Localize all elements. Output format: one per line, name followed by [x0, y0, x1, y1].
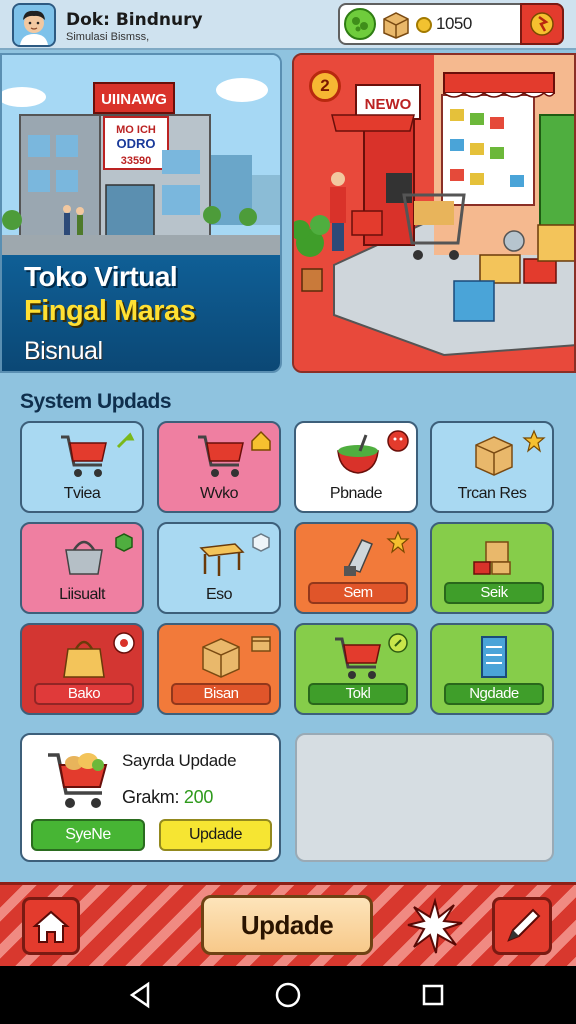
tile-label: Eso [205, 586, 233, 603]
update-tile[interactable]: Tviea [20, 421, 144, 513]
coin-icon [416, 17, 432, 33]
cube-outline-icon [249, 530, 273, 554]
record-icon [112, 631, 136, 655]
update-tile[interactable]: Wvko [157, 421, 281, 513]
home-icon [32, 910, 70, 943]
table-icon [195, 532, 247, 580]
resource-bar: 1050 [338, 3, 564, 45]
store-building-illustration: UIINAWG MO ICH ODRO 33590 [2, 55, 280, 255]
hero-subtitle: Fingal Maras [24, 295, 196, 327]
tile-label: Liisualt [59, 586, 105, 603]
star-icon [522, 429, 546, 453]
cart-icon [58, 431, 110, 479]
boxes-icon [468, 532, 520, 580]
cart-icon [195, 431, 247, 479]
home-circle-icon[interactable] [271, 978, 305, 1012]
edit-button[interactable] [492, 897, 552, 955]
shop-sign: NEWO [365, 96, 412, 113]
system-navigation-bar [0, 966, 576, 1024]
tile-label: Wvko [200, 485, 239, 502]
cart-icon [332, 633, 384, 681]
update-tile[interactable]: Eso [157, 522, 281, 614]
update-card: Sayrda Updade Grakm: 200 SyeNe Updade [20, 733, 281, 862]
cart-icon [44, 745, 114, 815]
section-title: System Updads [20, 390, 172, 413]
update-tile[interactable]: Tokl [294, 623, 418, 715]
coin-value: 1050 [436, 14, 472, 33]
box-small-icon [249, 631, 273, 655]
server-icon [468, 633, 520, 681]
hero-banner[interactable]: UIINAWG MO ICH ODRO 33590 Toko Virtual F… [0, 53, 282, 373]
splat-button[interactable] [402, 893, 468, 959]
sync-button[interactable]: SyeNe [31, 819, 145, 851]
crate-icon[interactable] [380, 9, 412, 39]
box-icon [195, 633, 247, 681]
update-tile[interactable]: Seik [430, 522, 554, 614]
tile-label: Pbnade [329, 485, 383, 502]
empty-slot-panel [295, 733, 554, 862]
tile-label: Tviea [63, 485, 101, 502]
update-button[interactable]: Updade [159, 819, 272, 851]
store-sign: UIINAWG [101, 91, 167, 108]
home-badge-icon [249, 429, 273, 453]
app-subtitle: Simulasi Bismss, [66, 31, 150, 43]
star-icon [386, 530, 410, 554]
alert-icon [386, 429, 410, 453]
bag-icon [58, 633, 110, 681]
update-tile[interactable]: Bisan [157, 623, 281, 715]
search-icon [386, 631, 410, 655]
update-tile[interactable]: Pbnade [294, 421, 418, 513]
basket-icon [58, 532, 110, 580]
update-tile[interactable]: Ngdade [430, 623, 554, 715]
update-progress-value: 200 [183, 787, 214, 807]
svg-text:33590: 33590 [121, 155, 152, 167]
cube-icon [112, 530, 136, 554]
store-interior-illustration: NEWO [294, 55, 574, 371]
tile-action-button[interactable]: Bisan [171, 683, 271, 705]
scanner-icon [332, 532, 384, 580]
tile-action-button[interactable]: Seik [444, 582, 544, 604]
back-icon[interactable] [124, 978, 158, 1012]
box-icon [468, 431, 520, 479]
pencil-icon [507, 908, 541, 942]
update-tile[interactable]: Trcan Res [430, 421, 554, 513]
main-update-button[interactable]: Updade [201, 895, 373, 955]
app-title: Dok: Bindnury [66, 10, 203, 30]
update-tile[interactable]: Liisualt [20, 522, 144, 614]
update-tile[interactable]: Bako [20, 623, 144, 715]
wrench-icon [112, 429, 136, 453]
splat-icon [407, 897, 463, 954]
svg-text:MO ICH: MO ICH [116, 124, 156, 136]
avatar[interactable] [12, 3, 56, 47]
top-bar: Dok: Bindnury Simulasi Bismss, 1050 [0, 0, 576, 50]
tile-action-button[interactable]: Sem [308, 582, 408, 604]
update-progress-label: Grakm: [122, 787, 180, 807]
update-progress-line: Grakm: 200 [122, 787, 213, 808]
add-currency-button[interactable] [520, 3, 564, 45]
update-card-title: Sayrda Updade [122, 751, 237, 770]
bowl-icon [332, 431, 384, 479]
update-tile[interactable]: Sem [294, 522, 418, 614]
tile-action-button[interactable]: Ngdade [444, 683, 544, 705]
hero-title: Toko Virtual [24, 261, 178, 292]
tile-action-button[interactable]: Tokl [308, 683, 408, 705]
tile-action-button[interactable]: Bako [34, 683, 134, 705]
svg-text:ODRO: ODRO [117, 136, 156, 151]
notification-badge[interactable]: 2 [309, 70, 341, 102]
hero-tag: Bisnual [24, 337, 103, 365]
recents-icon[interactable] [416, 978, 450, 1012]
bottom-bar: Updade [0, 882, 576, 966]
gem-icon[interactable] [344, 8, 376, 40]
home-button[interactable] [22, 897, 80, 955]
tile-label: Trcan Res [457, 485, 527, 502]
store-interior-panel[interactable]: NEWO 2 [292, 53, 576, 373]
